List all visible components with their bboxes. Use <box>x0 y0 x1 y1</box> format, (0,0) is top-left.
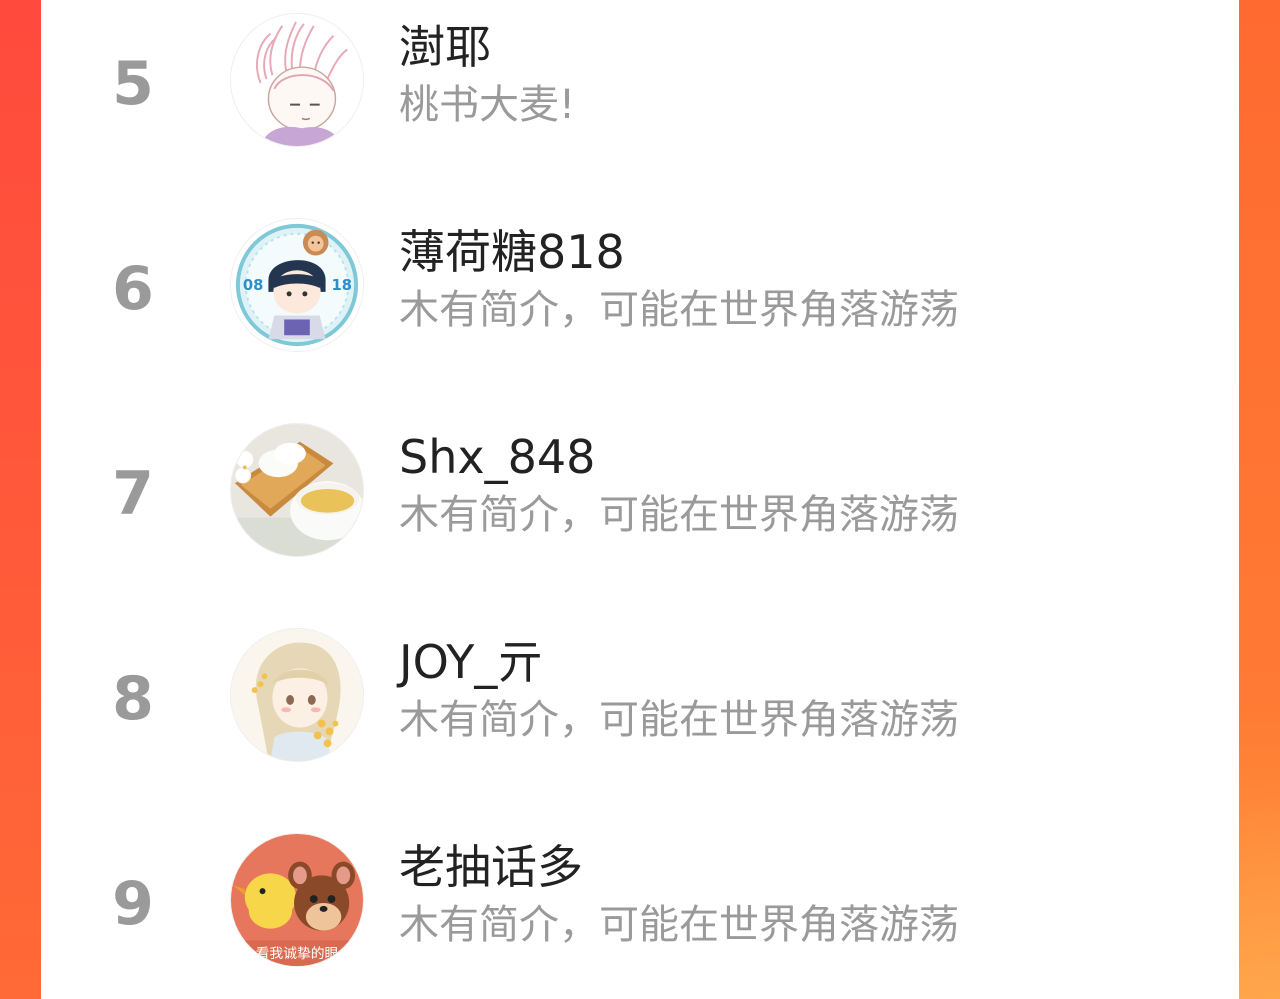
user-name[interactable]: JOY_亓 <box>399 633 543 691</box>
user-name[interactable]: 澍耶 <box>399 18 491 76</box>
ranking-list-card: 5 澍耶 桃书大麦! 6 08 18 薄荷糖818 木有简介，可能在世界角落游荡… <box>41 0 1239 999</box>
ranking-row[interactable]: 5 澍耶 桃书大麦! <box>41 0 1239 160</box>
avatar-anime-girl-icon[interactable] <box>230 628 364 762</box>
ranking-row[interactable]: 9 看我诚挚的眼 老抽话多 木有简介，可能在世界角落游荡 <box>41 820 1239 980</box>
rank-number: 9 <box>112 869 154 939</box>
right-border-highlight <box>1239 780 1280 999</box>
rank-number: 5 <box>112 49 154 119</box>
ranking-row[interactable]: 7 Shx_848 木有简介，可能在世界角落游荡 <box>41 410 1239 570</box>
user-bio: 桃书大麦! <box>399 82 576 128</box>
rank-number: 8 <box>112 664 154 734</box>
user-name[interactable]: Shx_848 <box>399 428 595 486</box>
rank-number: 6 <box>112 254 154 324</box>
rank-number: 7 <box>112 459 154 529</box>
ranking-row[interactable]: 8 JOY_亓 木有简介，可能在世界角落游荡 <box>41 615 1239 775</box>
user-bio: 木有简介，可能在世界角落游荡 <box>399 287 959 333</box>
avatar-tea-cup-icon[interactable] <box>230 423 364 557</box>
avatar-text-right: 18 <box>331 277 352 294</box>
user-bio: 木有简介，可能在世界角落游荡 <box>399 492 959 538</box>
user-bio: 木有简介，可能在世界角落游荡 <box>399 902 959 948</box>
user-name[interactable]: 老抽话多 <box>399 838 583 896</box>
avatar-text-left: 08 <box>243 277 264 294</box>
avatar-caption: 看我诚挚的眼 <box>256 946 339 962</box>
avatar-cartoon-mouse-icon[interactable]: 看我诚挚的眼 <box>230 833 364 967</box>
avatar-sketch-girl-icon[interactable] <box>230 13 364 147</box>
user-name[interactable]: 薄荷糖818 <box>399 223 625 281</box>
ranking-row[interactable]: 6 08 18 薄荷糖818 木有简介，可能在世界角落游荡 <box>41 205 1239 365</box>
avatar-birthday-boy-icon[interactable]: 08 18 <box>230 218 364 352</box>
user-bio: 木有简介，可能在世界角落游荡 <box>399 697 959 743</box>
